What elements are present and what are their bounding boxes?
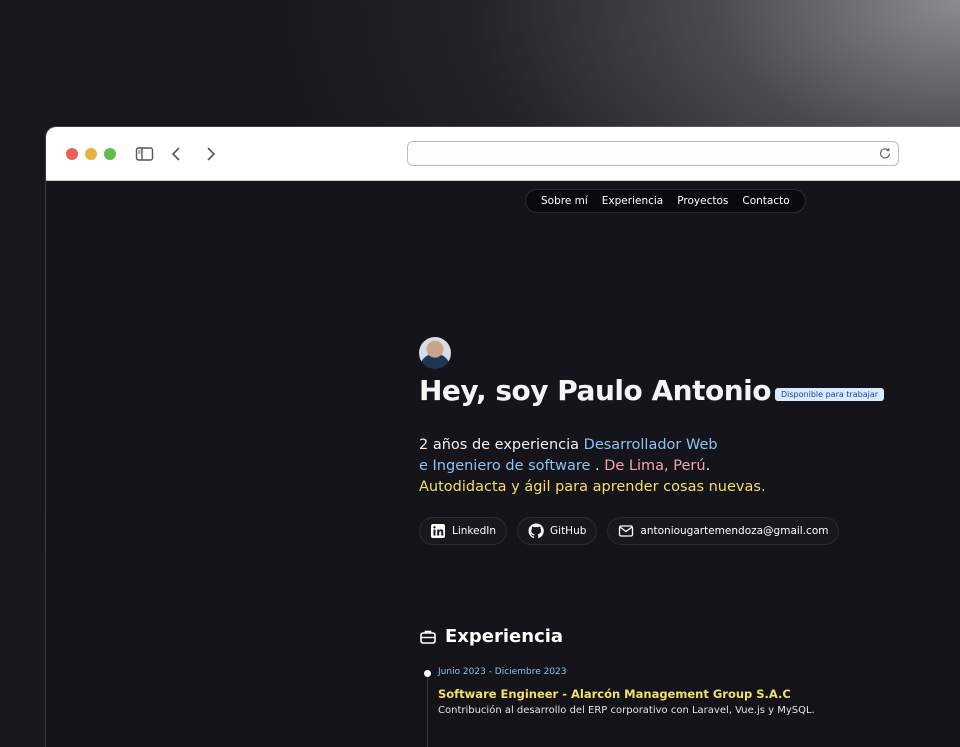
- intro-location: De Lima, Perú: [604, 458, 706, 474]
- linkedin-link[interactable]: LinkedIn: [419, 517, 508, 545]
- mail-icon: [619, 525, 634, 537]
- experience-title: Experiencia: [445, 626, 564, 647]
- close-window-button[interactable]: [66, 148, 78, 160]
- intro-role: Desarrollador Web: [583, 437, 718, 453]
- linkedin-icon: [431, 524, 445, 538]
- experience-heading: Experiencia: [419, 626, 563, 647]
- contact-links: LinkedIn GitHub antoniougartemendoza@gma…: [419, 517, 840, 545]
- github-link[interactable]: GitHub: [517, 517, 598, 545]
- back-icon[interactable]: [166, 143, 188, 165]
- github-icon: [528, 523, 544, 539]
- minimize-window-button[interactable]: [85, 148, 97, 160]
- sidebar-icon[interactable]: [134, 143, 156, 165]
- nav-item-sobre-mi[interactable]: Sobre mí: [534, 195, 595, 207]
- intro-period: .: [705, 458, 711, 474]
- experience-date: Junio 2023 - Diciembre 2023: [438, 667, 567, 677]
- address-bar[interactable]: [407, 141, 899, 166]
- maximize-window-button[interactable]: [104, 148, 116, 160]
- page-title: Hey, soy Paulo Antonio: [419, 374, 771, 407]
- linkedin-label: LinkedIn: [452, 525, 497, 537]
- experience-description: Contribución al desarrollo del ERP corpo…: [438, 705, 815, 716]
- intro-experience: 2 años de experiencia: [419, 437, 584, 453]
- status-badge: Disponible para trabajar: [775, 388, 885, 401]
- email-label: antoniougartemendoza@gmail.com: [640, 525, 829, 537]
- intro-role-2: e Ingeniero de software: [419, 458, 591, 474]
- avatar: [419, 337, 451, 369]
- nav-item-proyectos[interactable]: Proyectos: [670, 195, 735, 207]
- timeline-line: [427, 673, 428, 747]
- portfolio-page: Sobre mí Experiencia Proyectos Contacto …: [46, 181, 960, 747]
- intro-separator: .: [590, 458, 605, 474]
- timeline-dot: [424, 670, 431, 677]
- experience-role: Software Engineer - Alarcón Management G…: [438, 687, 791, 701]
- github-label: GitHub: [550, 525, 587, 537]
- email-link[interactable]: antoniougartemendoza@gmail.com: [607, 517, 840, 545]
- nav-item-contacto[interactable]: Contacto: [735, 195, 796, 207]
- nav-item-experiencia[interactable]: Experiencia: [595, 195, 670, 207]
- top-nav: Sobre mí Experiencia Proyectos Contacto: [525, 189, 806, 213]
- forward-icon[interactable]: [199, 143, 221, 165]
- briefcase-icon: [420, 630, 436, 644]
- reload-icon[interactable]: [878, 146, 892, 160]
- browser-toolbar: [46, 127, 960, 181]
- browser-window: Sobre mí Experiencia Proyectos Contacto …: [46, 127, 960, 747]
- intro-text: 2 años de experiencia Desarrollador Web …: [419, 435, 819, 498]
- intro-tagline: Autodidacta y ágil para aprender cosas n…: [419, 479, 766, 495]
